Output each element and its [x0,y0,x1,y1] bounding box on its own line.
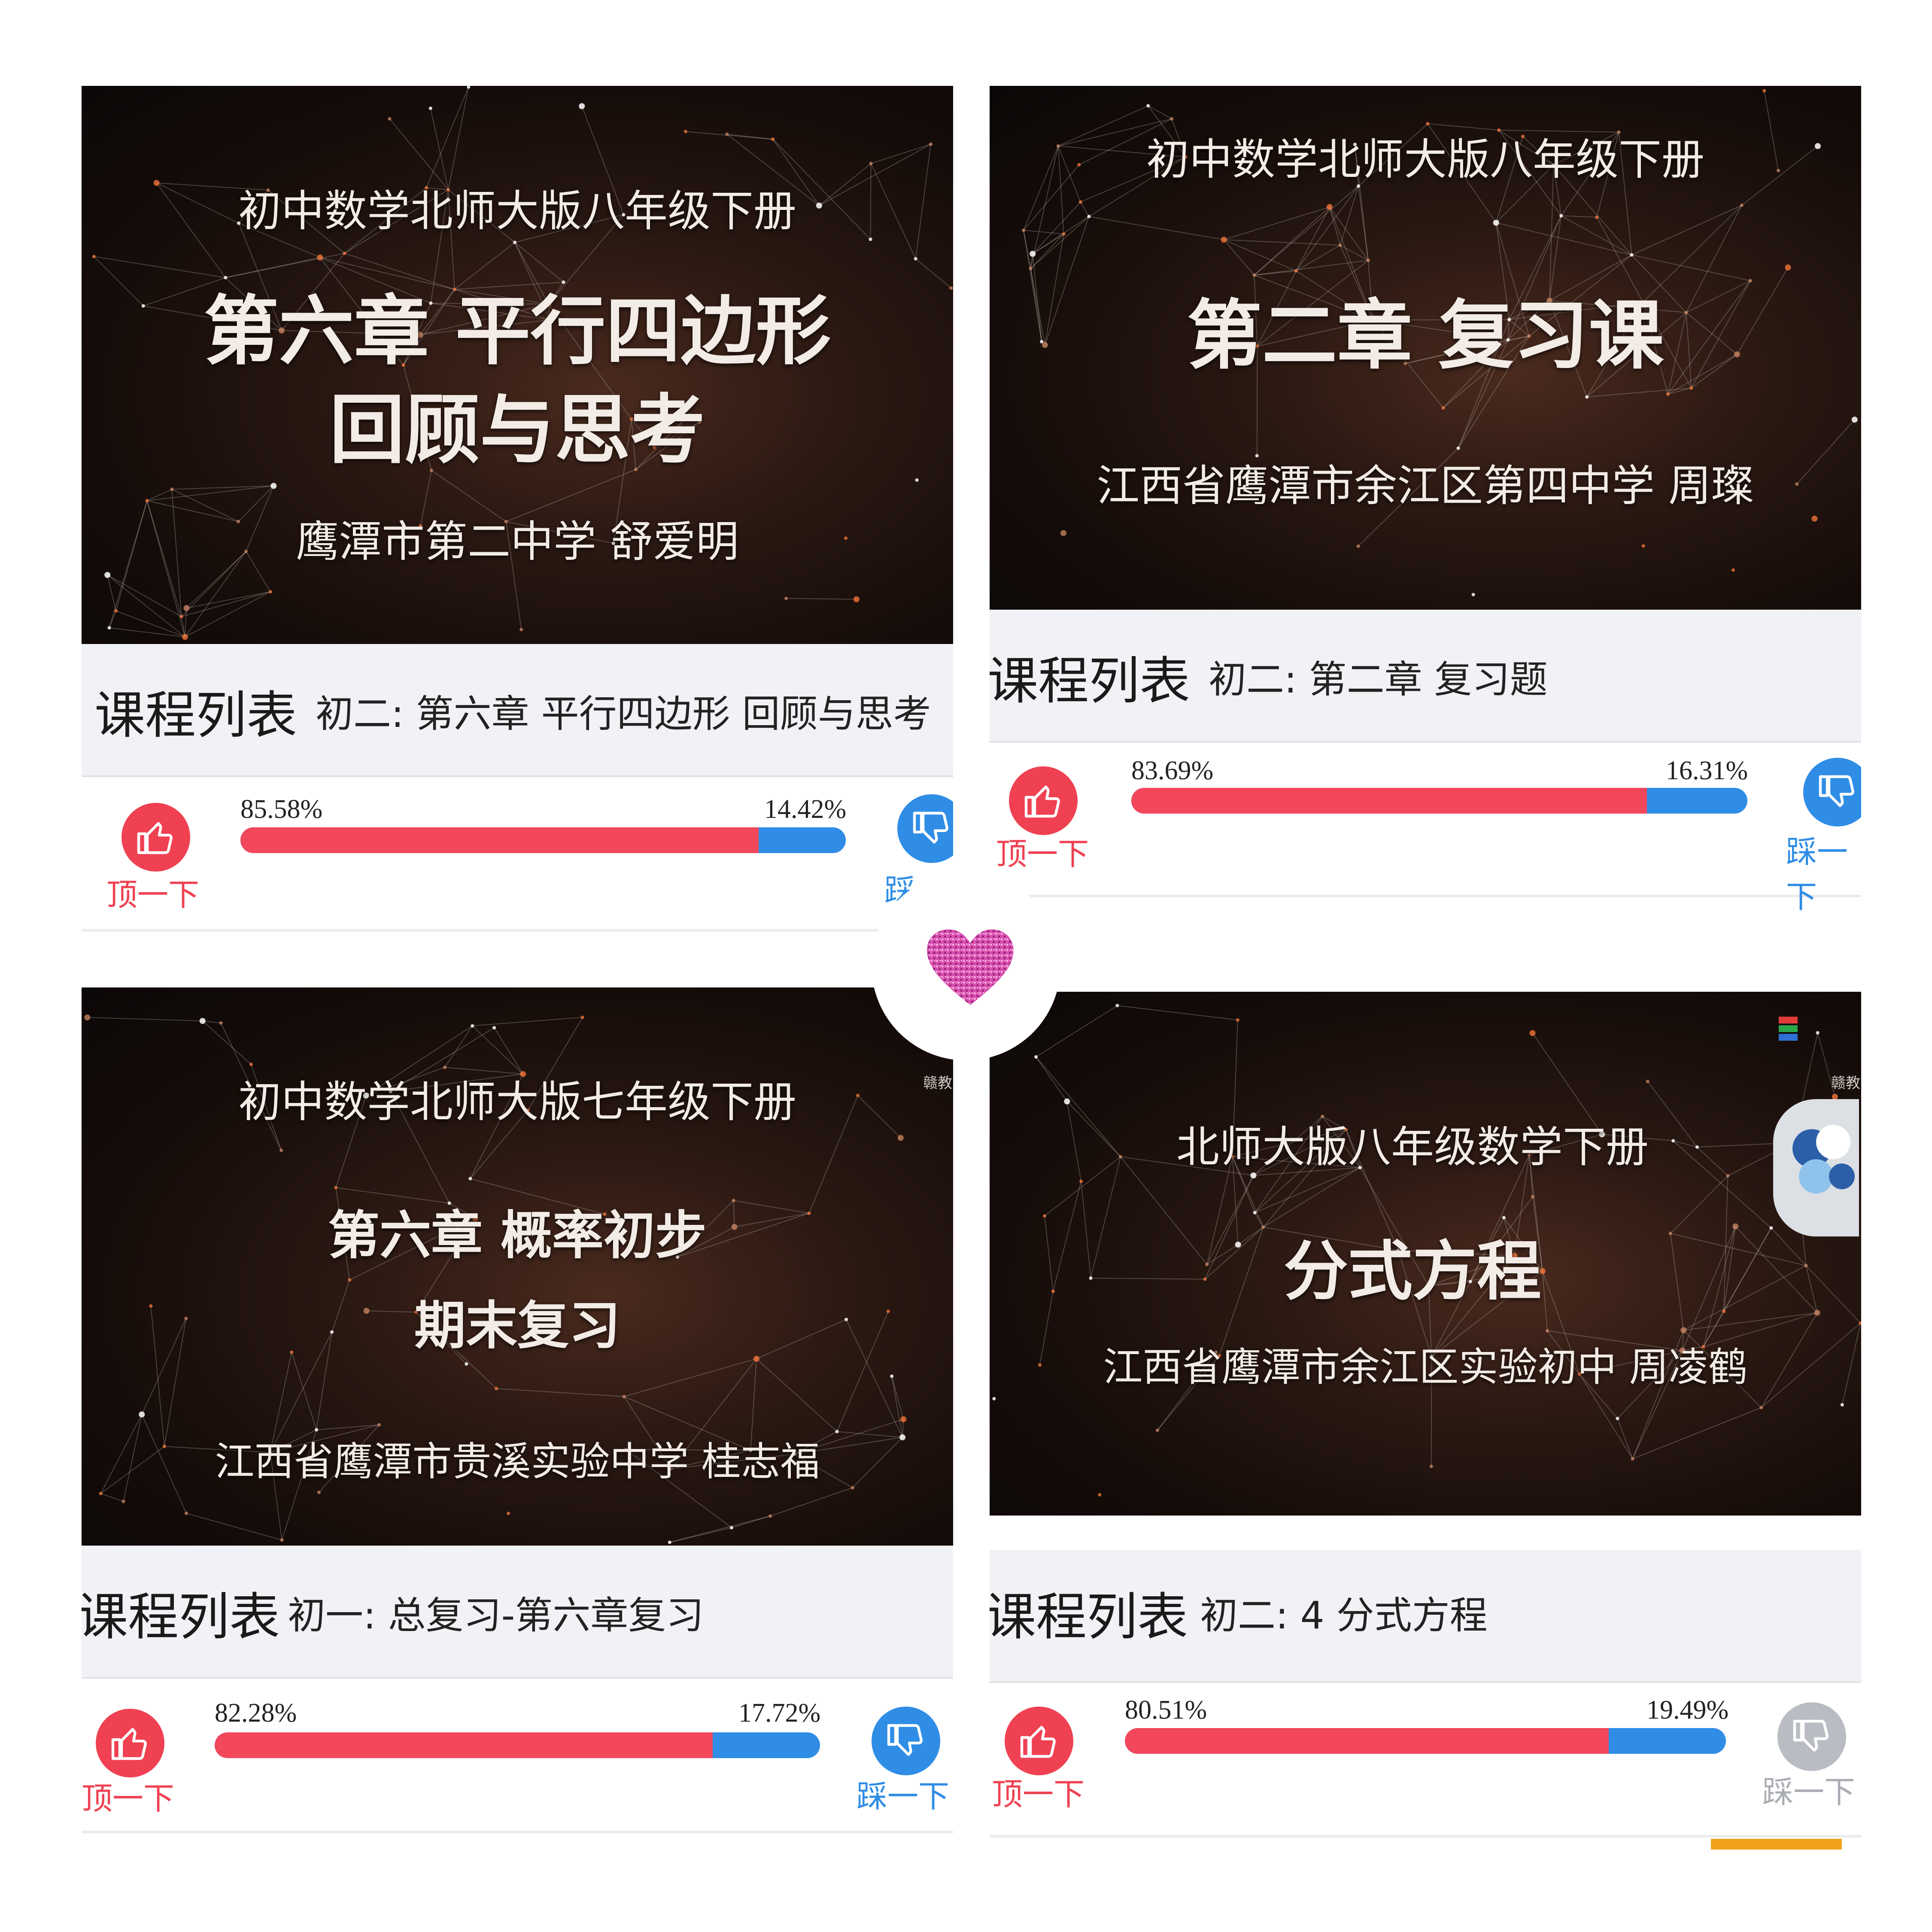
thumbs-down-button[interactable] [897,794,953,863]
thumbs-down-icon [1793,1719,1829,1752]
up-percent: 82.28% [215,1698,297,1728]
thumbs-down-button[interactable] [872,1707,940,1775]
floating-assistant-button[interactable] [1773,1099,1859,1236]
video-title-line1: 第六章 概率初步 [328,1206,707,1266]
video-player[interactable]: 初中数学北师大版八年级下册 第六章 平行四边形 回顾与思考 鹰潭市第二中学 舒爱… [82,86,953,644]
thumbs-down-icon [887,1724,923,1756]
vote-ratio-fill [1125,1728,1609,1754]
up-percent: 85.58% [240,795,323,824]
thumbs-up-label[interactable]: 顶一下 [106,869,199,914]
video-title-line2: 期末复习 [414,1296,620,1356]
video-title-line2: 回顾与思考 [329,387,705,474]
heart-icon [927,929,1014,1005]
thumbs-up-button[interactable] [1005,1707,1073,1775]
thumbs-up-button[interactable] [122,803,190,872]
channel-logo-icon [1775,1013,1801,1048]
thumbs-down-label[interactable]: 踩一下 [1786,826,1861,917]
down-percent: 16.31% [1666,756,1748,785]
video-title-line1: 第二章 复习课 [1187,292,1664,380]
course-title: 初二: 第六章 平行四边形 回顾与思考 [316,692,931,736]
thumbs-down-button[interactable] [1777,1702,1846,1771]
course-title: 初二: 4 分式方程 [1200,1593,1488,1637]
vote-ratio-bar [240,827,846,853]
course-list-bar: 课程列表 初二: 第六章 平行四边形 回顾与思考 [82,644,953,777]
thumbs-down-label[interactable]: 踩一下 [857,1771,949,1816]
partial-button-strip[interactable] [1711,1839,1842,1850]
vote-ratio-fill [1131,788,1647,814]
video-school: 鹰潭市第二中学 舒爱明 [296,516,739,567]
video-subtitle: 初中数学北师大版八年级下册 [1146,134,1704,185]
course-list-label[interactable]: 课程列表 [990,1576,1188,1649]
thumbs-up-icon [1024,785,1060,818]
watermark-logo: 赣教 [1831,1075,1860,1092]
vote-ratio-fill [240,827,759,853]
thumbs-up-icon [1020,1725,1056,1758]
video-player[interactable]: 赣教 北师大版八年级数学下册 分式方程 江西省鹰潭市余江区实验初中 周凌鹤 [990,992,1861,1516]
course-list-label[interactable]: 课程列表 [94,674,297,747]
course-list-label[interactable]: 课程列表 [990,640,1190,713]
course-title: 初一: 总复习-第六章复习 [288,1593,704,1637]
course-card-2: 初中数学北师大版八年级下册 第二章 复习课 江西省鹰潭市余江区第四中学 周璨 课… [990,86,1861,949]
thumbs-up-label[interactable]: 顶一下 [82,1773,174,1818]
thumbs-down-label[interactable]: 踩一下 [1762,1767,1855,1812]
down-percent: 19.49% [1646,1695,1729,1725]
down-percent: 14.42% [764,795,847,824]
vote-bar: 顶一下 82.28% 17.72% 踩一下 [82,1679,953,1833]
thumbs-down-icon [913,811,948,844]
video-subtitle: 初中数学北师大版八年级下册 [238,186,796,236]
vote-ratio-fill [215,1732,713,1758]
vote-ratio-bar [1125,1728,1726,1754]
thumbs-up-icon [137,822,173,854]
video-school: 江西省鹰潭市余江区第四中学 周璨 [1097,461,1754,511]
vote-bar: 顶一下 85.58% 14.42% 踩 [82,777,953,932]
course-title: 初二: 第二章 复习题 [1209,657,1548,702]
course-card-1: 初中数学北师大版八年级下册 第六章 平行四边形 回顾与思考 鹰潭市第二中学 舒爱… [82,86,953,949]
thumbs-up-button[interactable] [1009,766,1078,835]
down-percent: 17.72% [738,1698,821,1728]
vote-bar: 顶一下 80.51% 19.49% 踩一下 [990,1683,1861,1838]
course-card-3: 赣教 初中数学北师大版七年级下册 第六章 概率初步 期末复习 江西省鹰潭市贵溪实… [82,987,953,1850]
vote-bar: 顶一下 83.69% 16.31% 踩一下 [990,743,1861,915]
thumbs-down-button[interactable] [1803,758,1861,826]
video-player[interactable]: 初中数学北师大版八年级下册 第二章 复习课 江西省鹰潭市余江区第四中学 周璨 [990,86,1861,610]
up-percent: 80.51% [1125,1695,1207,1725]
video-title-line1: 第六章 平行四边形 [204,288,831,375]
video-school: 江西省鹰潭市贵溪实验中学 桂志福 [215,1439,820,1485]
video-subtitle: 初中数学北师大版七年级下册 [238,1077,796,1127]
thumbs-up-icon [111,1728,147,1760]
vote-ratio-bar [215,1732,820,1758]
course-card-4: 赣教 北师大版八年级数学下册 分式方程 江西省鹰潭市余江区实验初中 周凌鹤 课程… [990,987,1861,1850]
vote-ratio-bar [1131,788,1747,814]
thumbs-up-button[interactable] [96,1709,164,1777]
thumbs-up-label[interactable]: 顶一下 [996,829,1089,874]
video-subtitle: 北师大版八年级数学下册 [1176,1122,1649,1172]
thumbs-up-label[interactable]: 顶一下 [992,1769,1084,1814]
course-list-bar: 课程列表 初一: 总复习-第六章复习 [82,1546,953,1679]
video-player[interactable]: 赣教 初中数学北师大版七年级下册 第六章 概率初步 期末复习 江西省鹰潭市贵溪实… [82,987,953,1546]
course-list-bar: 课程列表 初二: 4 分式方程 [990,1550,1861,1683]
up-percent: 83.69% [1131,756,1214,785]
course-list-bar: 课程列表 初二: 第二章 复习题 [990,610,1861,743]
video-title-line1: 分式方程 [1283,1234,1541,1309]
video-school: 江西省鹰潭市余江区实验初中 周凌鹤 [1103,1344,1748,1390]
course-list-label[interactable]: 课程列表 [82,1576,280,1649]
thumbs-down-icon [1819,775,1854,807]
